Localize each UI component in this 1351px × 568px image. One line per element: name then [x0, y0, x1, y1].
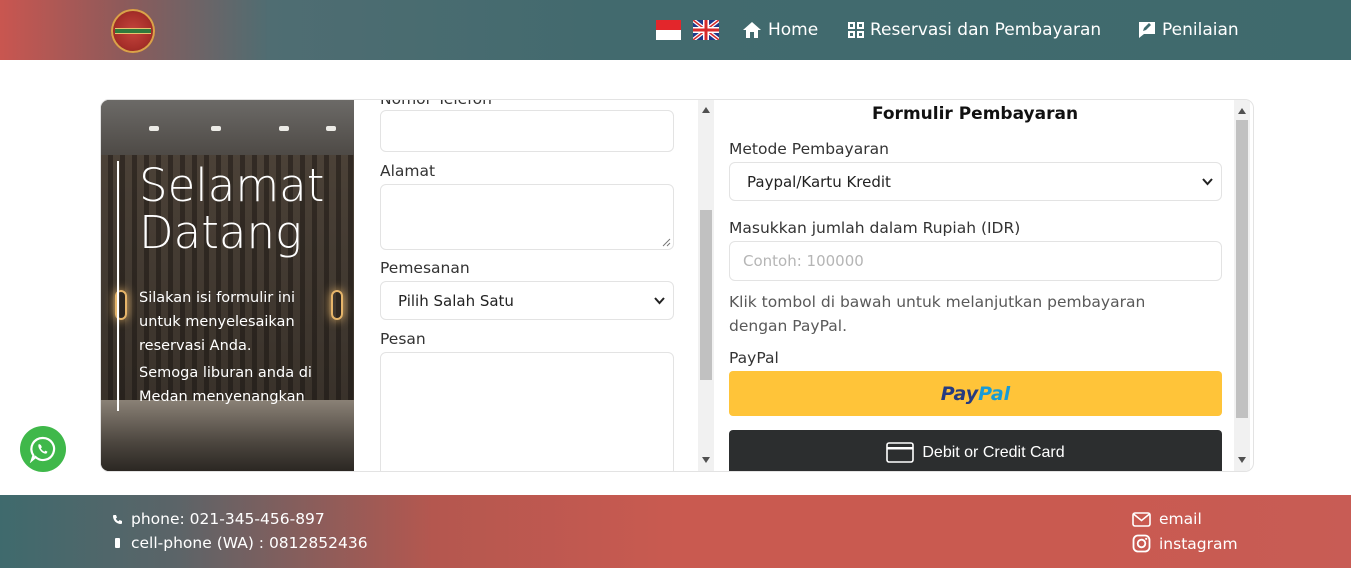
footer-phone-text: phone: 021-345-456-897 — [131, 510, 325, 528]
scroll-up-icon[interactable] — [702, 107, 710, 113]
mobile-phone-icon — [115, 538, 120, 548]
chevron-down-icon — [1202, 178, 1213, 186]
order-select-value: Pilih Salah Satu — [398, 291, 514, 310]
footer-instagram-link[interactable]: instagram — [1132, 534, 1238, 553]
paypal-label: PayPal — [729, 349, 779, 367]
card-button-label: Debit or Credit Card — [922, 443, 1065, 461]
payment-instruction: Klik tombol di bawah untuk melanjutkan p… — [729, 293, 1146, 335]
bed-decoration — [101, 400, 354, 471]
hero-text-wish: Semoga liburan anda di Medan menyenangka… — [139, 365, 312, 405]
whatsapp-button[interactable] — [20, 426, 66, 472]
paypal-logo: PayPal — [940, 382, 1011, 405]
nav-home[interactable]: Home — [742, 17, 818, 43]
order-select[interactable]: Pilih Salah Satu — [380, 281, 674, 320]
nav-rating[interactable]: Penilaian — [1138, 17, 1239, 43]
nav-reservation-label: Reservasi dan Pembayaran — [870, 20, 1102, 40]
order-label: Pemesanan — [380, 259, 470, 277]
review-icon — [1139, 22, 1155, 38]
top-navbar: Home Reservasi dan Pembayaran Penilaian — [0, 0, 1351, 60]
hero-text-intro: Silakan isi formulir ini untuk menyelesa… — [139, 290, 296, 354]
payment-scrollbar[interactable] — [1234, 100, 1250, 471]
footer-instagram-text: instagram — [1159, 534, 1238, 553]
footer-email-text: email — [1159, 510, 1202, 528]
flag-indonesia-icon[interactable] — [656, 20, 681, 40]
message-textarea[interactable] — [380, 352, 674, 471]
flag-uk-icon[interactable] — [693, 20, 719, 40]
footer-email-link[interactable]: email — [1132, 510, 1202, 528]
nav-reservation[interactable]: Reservasi dan Pembayaran — [848, 17, 1101, 43]
nav-home-label: Home — [768, 20, 819, 40]
message-label: Pesan — [380, 330, 426, 348]
reservation-card: Selamat Datang Silakan isi formulir ini … — [101, 100, 1253, 471]
site-logo[interactable] — [111, 9, 155, 53]
nav-rating-label: Penilaian — [1162, 20, 1239, 40]
email-icon — [1132, 511, 1151, 527]
scroll-down-icon[interactable] — [1238, 457, 1246, 463]
phone-input[interactable] — [380, 110, 674, 152]
ceiling-decoration — [101, 100, 354, 155]
credit-card-icon — [886, 442, 915, 463]
payment-method-select[interactable]: Paypal/Kartu Kredit — [729, 162, 1222, 201]
phone-icon — [113, 514, 122, 524]
whatsapp-icon — [29, 436, 56, 463]
amount-input[interactable]: Contoh: 100000 — [729, 241, 1222, 281]
footer-cell-phone-text: cell-phone (WA) : 0812852436 — [131, 534, 368, 552]
chevron-down-icon — [654, 297, 665, 305]
payment-scrollbar-thumb[interactable] — [1236, 120, 1248, 418]
debit-credit-card-button[interactable]: Debit or Credit Card — [729, 430, 1222, 471]
payment-method-label: Metode Pembayaran — [729, 140, 889, 158]
hero-image-panel: Selamat Datang Silakan isi formulir ini … — [101, 100, 354, 471]
form-scrollbar-thumb[interactable] — [700, 210, 712, 380]
phone-label: Nomor Telefon — [380, 100, 492, 108]
hero-divider-line — [117, 161, 119, 411]
payment-form-title: Formulir Pembayaran — [871, 104, 1079, 124]
amount-placeholder: Contoh: 100000 — [743, 252, 864, 270]
grid-icon — [848, 22, 864, 38]
hero-title: Selamat Datang — [139, 159, 325, 259]
footer-cell-phone: cell-phone (WA) : 0812852436 — [112, 534, 368, 552]
footer: phone: 021-345-456-897 cell-phone (WA) :… — [0, 495, 1351, 568]
paypal-button[interactable]: PayPal — [729, 371, 1222, 416]
address-textarea[interactable] — [380, 184, 674, 250]
instagram-icon — [1132, 534, 1151, 553]
scroll-up-icon[interactable] — [1238, 108, 1246, 114]
footer-phone: phone: 021-345-456-897 — [112, 510, 325, 528]
payment-form-panel: Formulir Pembayaran Metode Pembayaran Pa… — [716, 100, 1253, 471]
form-scrollbar[interactable] — [698, 100, 714, 471]
booking-form-panel: Nomor Telefon Alamat Pemesanan Pilih Sal… — [354, 100, 714, 471]
payment-method-value: Paypal/Kartu Kredit — [747, 172, 891, 191]
scroll-down-icon[interactable] — [702, 457, 710, 463]
address-label: Alamat — [380, 162, 436, 180]
resize-handle-icon[interactable] — [662, 238, 671, 247]
home-icon — [743, 22, 761, 38]
amount-label: Masukkan jumlah dalam Rupiah (IDR) — [729, 219, 1021, 237]
